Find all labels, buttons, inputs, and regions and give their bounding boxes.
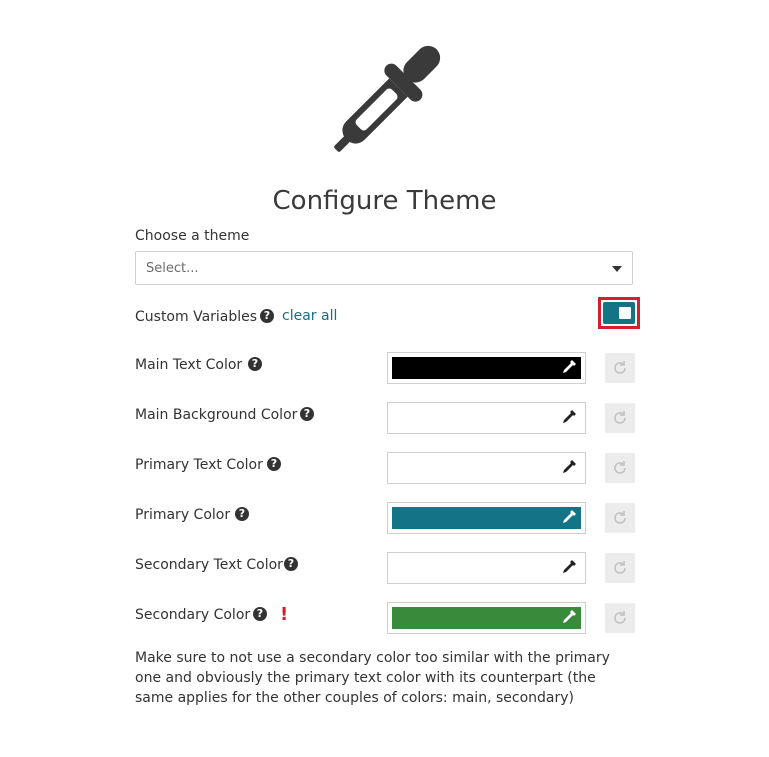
refresh-icon [614,411,626,424]
color-input-main-background[interactable] [387,402,586,434]
reset-secondary-text-button[interactable] [605,553,635,583]
color-input-secondary[interactable] [387,602,586,634]
color-label-main-text: Main Text Color [135,357,243,373]
eyedropper-icon[interactable] [559,559,577,577]
color-swatch [392,507,581,529]
question-circle-icon[interactable]: ? [253,607,267,621]
warning-icon: ! [280,604,289,625]
custom-variables-toggle[interactable] [603,302,635,324]
color-swatch [392,457,581,479]
color-label-secondary: Secondary Color [135,607,251,623]
color-swatch [392,607,581,629]
reset-primary-text-button[interactable] [605,453,635,483]
color-swatch [392,557,581,579]
eyedropper-icon[interactable] [559,459,577,477]
color-input-secondary-text[interactable] [387,552,586,584]
color-input-main-text[interactable] [387,352,586,384]
refresh-icon [614,611,626,624]
question-circle-icon[interactable]: ? [267,457,281,471]
color-swatch [392,357,581,379]
theme-select-placeholder: Select... [146,261,199,276]
theme-select[interactable]: Select... [135,251,633,285]
eyedropper-icon[interactable] [559,359,577,377]
reset-secondary-button[interactable] [605,603,635,633]
eyedropper-icon [334,45,441,152]
theme-label: Choose a theme [135,228,250,244]
question-circle-icon[interactable]: ? [235,507,249,521]
eyedropper-icon[interactable] [559,409,577,427]
color-guidance-note: Make sure to not use a secondary color t… [135,650,610,706]
eyedropper-icon[interactable] [559,509,577,527]
refresh-icon [614,361,626,374]
toggle-knob [619,307,631,319]
reset-primary-button[interactable] [605,503,635,533]
refresh-icon [614,561,626,574]
color-label-primary-text: Primary Text Color [135,457,263,473]
refresh-icon [614,511,626,524]
color-input-primary[interactable] [387,502,586,534]
color-swatch [392,407,581,429]
color-label-primary: Primary Color [135,507,231,523]
refresh-icon [614,461,626,474]
color-input-primary-text[interactable] [387,452,586,484]
question-circle-icon[interactable]: ? [300,407,314,421]
color-label-secondary-text: Secondary Text Color [135,557,283,573]
question-circle-icon[interactable]: ? [248,357,262,371]
reset-main-background-button[interactable] [605,403,635,433]
eyedropper-icon[interactable] [559,609,577,627]
clear-all-link[interactable]: clear all [282,308,337,324]
question-circle-icon[interactable]: ? [284,557,298,571]
reset-main-text-button[interactable] [605,353,635,383]
question-circle-icon[interactable]: ? [260,309,274,323]
page-title: Configure Theme [272,186,497,216]
custom-variables-label: Custom Variables [135,309,258,325]
color-label-main-background: Main Background Color [135,407,298,423]
chevron-down-icon[interactable] [612,266,622,272]
